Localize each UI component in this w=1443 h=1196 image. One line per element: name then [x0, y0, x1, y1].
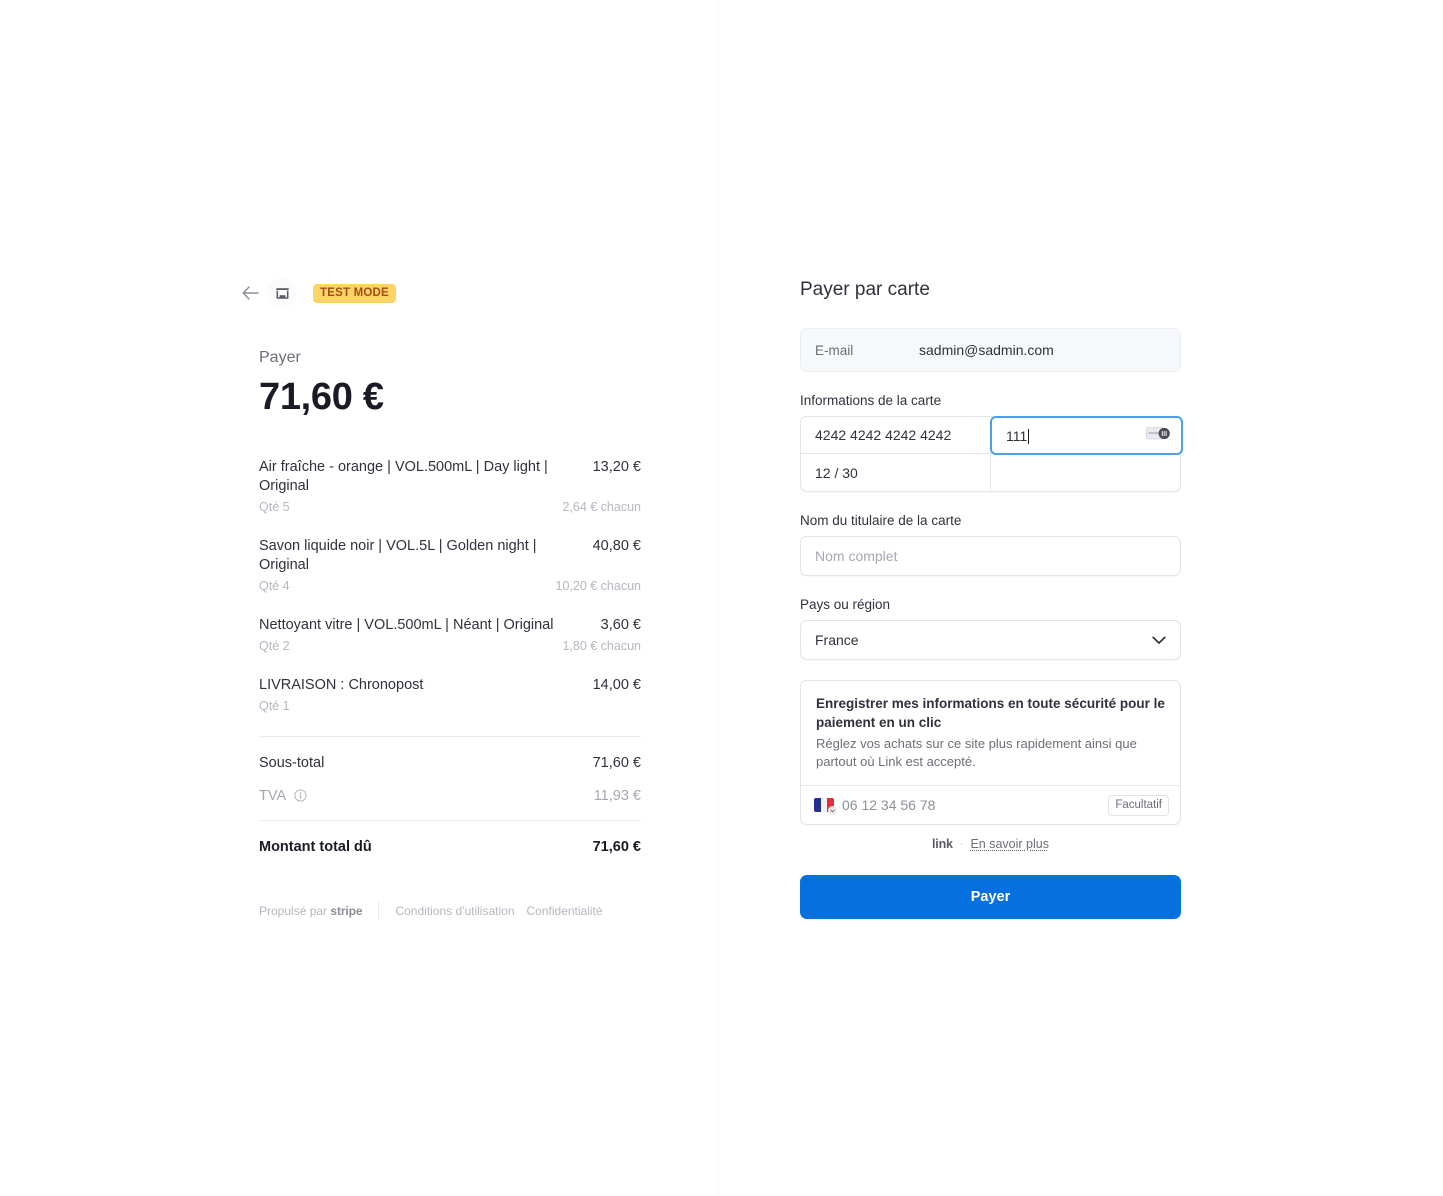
pay-amount: 71,60 €: [259, 376, 384, 418]
card-expiry-value: 12 / 30: [815, 464, 858, 481]
back-arrow-icon[interactable]: [239, 282, 261, 304]
cardholder-name-placeholder: Nom complet: [815, 548, 898, 564]
line-item-name: Air fraîche - orange | VOL.500mL | Day l…: [259, 459, 548, 494]
cardholder-name-field[interactable]: Nom complet: [800, 536, 1181, 576]
card-information-label: Informations de la carte: [800, 393, 942, 408]
line-item: Nettoyant vitre | VOL.500mL | Néant | Or…: [259, 616, 641, 654]
link-logo: link: [932, 837, 953, 851]
order-summary-pane: TEST MODE Payer 71,60 € Air fraîche - or…: [0, 0, 719, 1196]
country-label: Pays ou région: [800, 597, 891, 612]
email-value: sadmin@sadmin.com: [919, 342, 1054, 358]
summary-header: TEST MODE: [242, 278, 641, 308]
card-input-group: 4242 4242 4242 4242 VISA 12 / 30 111: [800, 416, 1183, 492]
france-flag-icon[interactable]: [814, 798, 837, 815]
country-select[interactable]: France: [800, 620, 1181, 660]
grand-total-row: Montant total dû 71,60 €: [259, 839, 641, 855]
submit-payment-button[interactable]: Payer: [800, 875, 1181, 919]
link-branding-row: link · En savoir plus: [800, 837, 1181, 851]
line-item-name: Savon liquide noir | VOL.5L | Golden nig…: [259, 538, 537, 573]
merchant-storefront-icon[interactable]: [267, 278, 297, 308]
line-item-name: LIVRAISON : Chronopost: [259, 677, 424, 693]
optional-badge: Facultatif: [1108, 794, 1169, 816]
cardholder-name-label: Nom du titulaire de la carte: [800, 513, 962, 528]
summary-footer: Propulsé par stripe Conditions d'utilisa…: [259, 902, 641, 920]
summary-divider-top: [259, 736, 641, 737]
stripe-logo: stripe: [330, 904, 363, 918]
line-item-qty: Qté 5: [259, 500, 290, 514]
grand-total-label: Montant total dû: [259, 839, 372, 855]
line-item-qty: Qté 2: [259, 639, 290, 653]
country-value: France: [815, 632, 859, 648]
page-title: Payer par carte: [800, 279, 930, 300]
line-item-price: 14,00 €: [592, 677, 641, 693]
card-expiry-field[interactable]: 12 / 30: [801, 454, 990, 491]
line-item-unit-price: 2,64 € chacun: [562, 500, 641, 514]
payment-form-pane: Payer par carte E-mail sadmin@sadmin.com…: [719, 0, 1443, 1196]
tax-label: TVA: [259, 788, 307, 804]
subtotal-label: Sous-total: [259, 755, 325, 771]
link-save-info-box: Enregistrer mes informations en toute sé…: [800, 680, 1181, 825]
order-summary: TEST MODE Payer 71,60 € Air fraîche - or…: [242, 278, 641, 920]
tax-label-text: TVA: [259, 788, 286, 804]
link-save-info-header: Enregistrer mes informations en toute sé…: [801, 681, 1180, 785]
link-learn-more[interactable]: En savoir plus: [970, 837, 1049, 851]
subtotal-row: Sous-total 71,60 €: [259, 755, 641, 771]
grand-total-value: 71,60 €: [592, 839, 641, 855]
totals-block: Sous-total 71,60 € TVA 11,93 €: [259, 755, 641, 804]
powered-by-label: Propulsé par: [259, 904, 328, 918]
card-cvc-value: 111: [1006, 428, 1146, 444]
privacy-link[interactable]: Confidentialité: [527, 903, 603, 919]
pay-label: Payer: [259, 349, 301, 366]
line-item-unit-price: 1,80 € chacun: [562, 639, 641, 653]
powered-by-text: Propulsé par stripe: [259, 903, 363, 919]
line-item: Savon liquide noir | VOL.5L | Golden nig…: [259, 537, 641, 594]
line-item-price: 40,80 €: [592, 538, 641, 554]
line-item-shipping: LIVRAISON : Chronopost 14,00 € Qté 1: [259, 676, 641, 714]
chevron-down-icon: [1152, 632, 1166, 648]
cvc-card-icon: [1146, 425, 1171, 447]
email-field[interactable]: E-mail sadmin@sadmin.com: [800, 328, 1181, 372]
footer-divider: [378, 902, 380, 920]
line-item: Air fraîche - orange | VOL.500mL | Day l…: [259, 458, 641, 515]
link-save-subtitle: Réglez vos achats sur ce site plus rapid…: [816, 736, 1137, 769]
payment-form: Payer par carte E-mail sadmin@sadmin.com…: [800, 278, 1183, 919]
flag-chevron-icon: [828, 806, 837, 815]
text-caret: [1028, 428, 1030, 444]
card-cvc-field[interactable]: 111: [990, 416, 1183, 455]
terms-link[interactable]: Conditions d'utilisation: [395, 903, 514, 919]
test-mode-badge: TEST MODE: [313, 283, 396, 303]
tax-value: 11,93 €: [593, 788, 641, 804]
card-cvc-text: 111: [1006, 427, 1028, 444]
phone-placeholder: 06 12 34 56 78: [842, 797, 936, 813]
subtotal-value: 71,60 €: [592, 755, 641, 771]
line-item-unit-price: 10,20 € chacun: [555, 579, 642, 593]
link-save-title: Enregistrer mes informations en toute sé…: [816, 696, 1165, 730]
checkout-page: TEST MODE Payer 71,60 € Air fraîche - or…: [0, 0, 1443, 1196]
line-item-qty: Qté 1: [259, 699, 290, 713]
info-circle-icon[interactable]: [294, 789, 307, 802]
line-item-price: 3,60 €: [600, 617, 641, 633]
email-label: E-mail: [815, 342, 854, 358]
summary-divider-bottom: [259, 820, 641, 821]
line-items-list: Air fraîche - orange | VOL.500mL | Day l…: [259, 458, 641, 714]
line-item-name: Nettoyant vitre | VOL.500mL | Néant | Or…: [259, 617, 554, 633]
line-item-qty: Qté 4: [259, 579, 290, 593]
link-separator: ·: [959, 838, 964, 850]
line-item-price: 13,20 €: [592, 459, 641, 475]
tax-row: TVA 11,93 €: [259, 788, 641, 804]
phone-field[interactable]: 06 12 34 56 78 Facultatif: [801, 785, 1180, 824]
card-cvc-field-base[interactable]: [991, 454, 1181, 491]
